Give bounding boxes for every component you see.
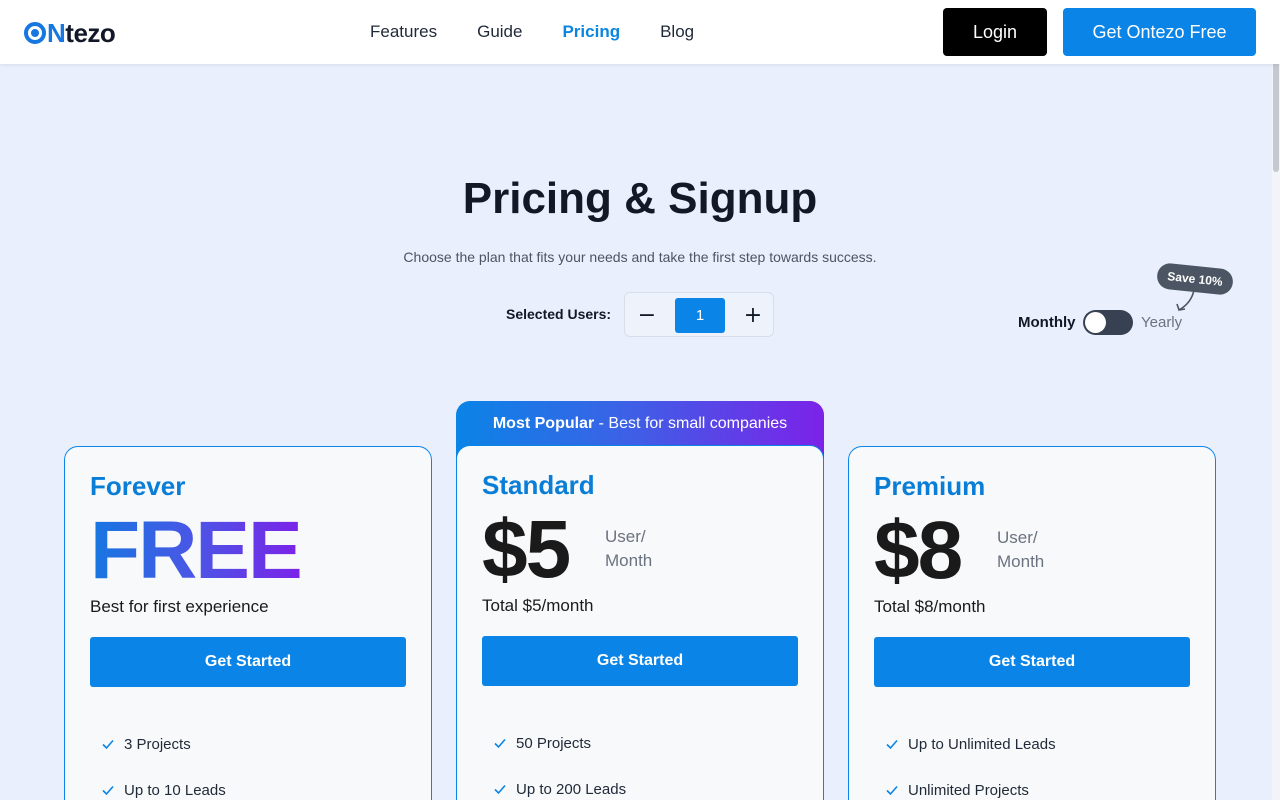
plan-name: Standard	[482, 470, 595, 500]
plan-description: Total $5/month	[482, 596, 594, 615]
feature-label: 50 Projects	[516, 734, 592, 752]
feature-item: Unlimited Projects	[884, 767, 1056, 800]
feature-label: Up to 200 Leads	[516, 780, 627, 798]
nav-guide[interactable]: Guide	[477, 22, 522, 42]
feature-item: Up to 200 Leads	[492, 766, 626, 800]
plan-name: Premium	[874, 471, 986, 501]
login-button[interactable]: Login	[943, 8, 1047, 56]
plan-card-standard: Standard $5 User/ Month Total $5/month G…	[456, 445, 824, 800]
curved-arrow-icon	[1176, 289, 1195, 311]
plan-unit: User/ Month	[605, 525, 685, 573]
plan-price: $5	[482, 504, 571, 595]
site-header: N tezo Features Guide Pricing Blog Login…	[0, 0, 1280, 64]
plan-unit-line: User/	[605, 527, 646, 546]
feature-item: Up to 10 Leads	[100, 767, 226, 800]
plan-unit: User/ Month	[997, 526, 1077, 574]
ontezo-logo[interactable]: N tezo	[24, 17, 116, 48]
page-scrollbar[interactable]	[1272, 0, 1280, 800]
feature-label: 3 Projects	[124, 735, 191, 753]
plan-name: Forever	[90, 471, 186, 501]
popular-subtitle: - Best for small companies	[594, 415, 788, 432]
logo-text: tezo	[65, 17, 116, 48]
feature-list: 50 Projects Up to 200 Leads	[492, 720, 626, 800]
selected-users-label: Selected Users:	[506, 306, 612, 322]
get-started-button[interactable]: Get Started	[90, 637, 406, 687]
logo-o-icon	[24, 22, 46, 44]
feature-item: 50 Projects	[492, 720, 626, 766]
get-ontezo-free-button[interactable]: Get Ontezo Free	[1063, 8, 1256, 56]
plan-description: Best for first experience	[90, 597, 269, 616]
page-title: Pricing & Signup	[462, 174, 818, 223]
nav-features[interactable]: Features	[370, 22, 437, 42]
check-icon	[494, 738, 506, 749]
feature-list: 3 Projects Up to 10 Leads	[100, 721, 226, 800]
check-icon	[886, 739, 898, 750]
main-nav: Features Guide Pricing Blog	[370, 22, 694, 42]
get-started-button[interactable]: Get Started	[874, 637, 1190, 687]
get-started-button[interactable]: Get Started	[482, 636, 798, 686]
feature-item: Up to Unlimited Leads	[884, 721, 1056, 767]
logo-n: N	[47, 17, 66, 48]
nav-pricing[interactable]: Pricing	[562, 22, 620, 42]
plan-unit-line: Month	[605, 551, 653, 570]
check-icon	[102, 739, 114, 750]
increment-users-button[interactable]: +	[737, 299, 769, 331]
nav-blog[interactable]: Blog	[660, 22, 694, 42]
plan-price: $8	[874, 505, 963, 596]
plan-description: Total $8/month	[874, 597, 986, 616]
feature-item: 3 Projects	[100, 721, 226, 767]
billing-monthly-label: Monthly	[1018, 314, 1076, 331]
plan-card-forever: Forever FREE Best for first experience G…	[64, 446, 432, 800]
toggle-knob	[1085, 312, 1106, 333]
check-icon	[494, 784, 506, 795]
billing-period-toggle[interactable]	[1083, 310, 1133, 335]
plan-price: FREE	[90, 503, 303, 599]
users-stepper: − +	[624, 292, 774, 337]
plan-unit-line: Month	[997, 552, 1045, 571]
check-icon	[102, 785, 114, 796]
users-count-input[interactable]	[675, 298, 725, 333]
billing-yearly-label: Yearly	[1141, 314, 1183, 331]
feature-label: Up to 10 Leads	[124, 781, 226, 799]
decrement-users-button[interactable]: −	[631, 299, 663, 331]
feature-label: Unlimited Projects	[908, 781, 1029, 799]
plan-unit-line: User/	[997, 528, 1038, 547]
page-subtitle: Choose the plan that fits your needs and…	[403, 249, 877, 265]
plan-card-premium: Premium $8 User/ Month Total $8/month Ge…	[848, 446, 1216, 800]
feature-list: Up to Unlimited Leads Unlimited Projects	[884, 721, 1056, 800]
check-icon	[886, 785, 898, 796]
popular-title: Most Popular	[492, 415, 595, 432]
feature-label: Up to Unlimited Leads	[908, 735, 1056, 753]
